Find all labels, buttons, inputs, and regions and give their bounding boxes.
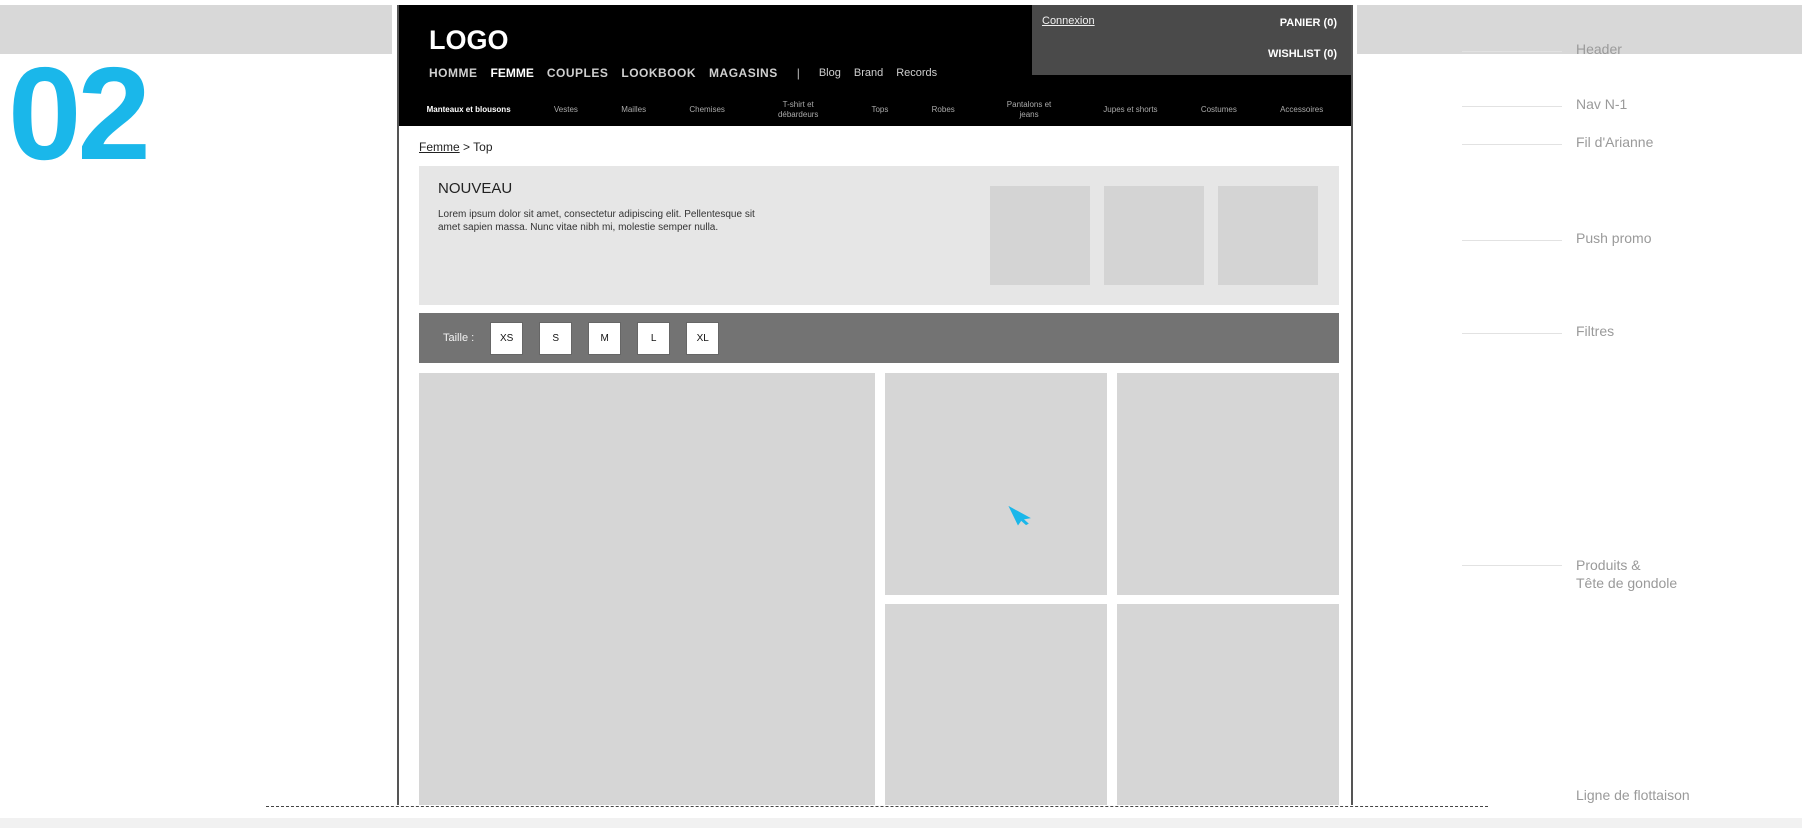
bottom-band <box>0 818 1802 828</box>
annotation-leader <box>1462 144 1562 145</box>
fold-line <box>266 806 1488 807</box>
annotation-leader <box>1462 240 1562 241</box>
nav-blog[interactable]: Blog <box>819 67 841 79</box>
site-header: PANIER (0) WISHLIST (0) Connexion LOGO H… <box>399 5 1351 126</box>
nav-homme[interactable]: HOMME <box>429 66 478 80</box>
logo[interactable]: LOGO <box>429 25 509 56</box>
promo-title: NOUVEAU <box>438 180 513 197</box>
step-number: 02 <box>8 40 151 187</box>
breadcrumb: Femme > Top <box>419 140 493 154</box>
push-promo[interactable]: NOUVEAU Lorem ipsum dolor sit amet, cons… <box>419 166 1339 305</box>
subnav-item-costumes[interactable]: Costumes <box>1201 105 1237 114</box>
annotation-leader <box>1462 333 1562 334</box>
subnav-item-chemises[interactable]: Chemises <box>689 105 725 114</box>
subnav-item-accessoires[interactable]: Accessoires <box>1280 105 1323 114</box>
wireframe-page: PANIER (0) WISHLIST (0) Connexion LOGO H… <box>397 5 1353 805</box>
subnav: Manteaux et blousons Vestes Mailles Chem… <box>399 93 1351 126</box>
cursor-arrow-icon <box>1008 505 1031 526</box>
breadcrumb-parent[interactable]: Femme <box>419 140 460 154</box>
annotation-products-line2: Tête de gondole <box>1576 574 1678 591</box>
annotation-breadcrumb: Fil d'Arianne <box>1576 134 1654 150</box>
product-tile[interactable] <box>885 373 1107 595</box>
nav-brand[interactable]: Brand <box>854 67 883 79</box>
nav-couples[interactable]: COUPLES <box>547 66 609 80</box>
subnav-item-manteaux[interactable]: Manteaux et blousons <box>427 105 511 114</box>
promo-thumbnail[interactable] <box>1104 186 1204 285</box>
annotation-header: Header <box>1576 41 1622 57</box>
annotation-products-line1: Produits & <box>1576 557 1641 573</box>
promo-thumbnail[interactable] <box>1218 186 1318 285</box>
product-tile[interactable] <box>1117 604 1339 805</box>
annotation-leader <box>1462 51 1562 52</box>
main-nav: HOMME FEMME COUPLES LOOKBOOK MAGASINS | … <box>429 66 937 80</box>
nav-magasins[interactable]: MAGASINS <box>709 66 778 80</box>
subnav-item-tshirts[interactable]: T-shirt et débardeurs <box>768 100 828 118</box>
promo-thumbnail[interactable] <box>990 186 1090 285</box>
filter-bar: Taille : XS S M L XL <box>419 313 1339 363</box>
nav-records[interactable]: Records <box>896 67 937 79</box>
subnav-item-mailles[interactable]: Mailles <box>621 105 646 114</box>
product-tile[interactable] <box>1117 373 1339 595</box>
size-filter-label: Taille : <box>443 332 475 344</box>
size-button-s[interactable]: S <box>539 321 573 355</box>
wishlist-link[interactable]: WISHLIST (0) <box>1268 48 1337 60</box>
annotation-leader <box>1462 565 1562 566</box>
size-button-m[interactable]: M <box>588 321 622 355</box>
annotation-products: Produits & Tête de gondole <box>1576 557 1677 592</box>
size-button-xs[interactable]: XS <box>490 321 524 355</box>
breadcrumb-current: Top <box>473 140 493 154</box>
subnav-item-jupes[interactable]: Jupes et shorts <box>1103 105 1157 114</box>
login-link[interactable]: Connexion <box>1042 15 1095 27</box>
annotation-fold: Ligne de flottaison <box>1576 787 1690 803</box>
subnav-item-vestes[interactable]: Vestes <box>554 105 578 114</box>
annotation-leader <box>1462 106 1562 107</box>
promo-text: Lorem ipsum dolor sit amet, consectetur … <box>438 209 755 233</box>
product-tile[interactable] <box>885 604 1107 805</box>
annotation-filters: Filtres <box>1576 323 1615 339</box>
subnav-item-pantalons[interactable]: Pantalons et jeans <box>998 100 1060 118</box>
annotation-promo: Push promo <box>1576 230 1652 246</box>
product-featured[interactable] <box>419 373 875 805</box>
subnav-item-tops[interactable]: Tops <box>871 105 888 114</box>
annotation-nav: Nav N-1 <box>1576 96 1628 112</box>
nav-lookbook[interactable]: LOOKBOOK <box>621 66 696 80</box>
nav-femme[interactable]: FEMME <box>491 66 534 80</box>
size-button-l[interactable]: L <box>637 321 671 355</box>
breadcrumb-separator: > <box>463 140 471 154</box>
size-button-xl[interactable]: XL <box>686 321 720 355</box>
nav-separator: | <box>796 66 800 80</box>
subnav-item-robes[interactable]: Robes <box>932 105 955 114</box>
cart-link[interactable]: PANIER (0) <box>1280 17 1337 29</box>
